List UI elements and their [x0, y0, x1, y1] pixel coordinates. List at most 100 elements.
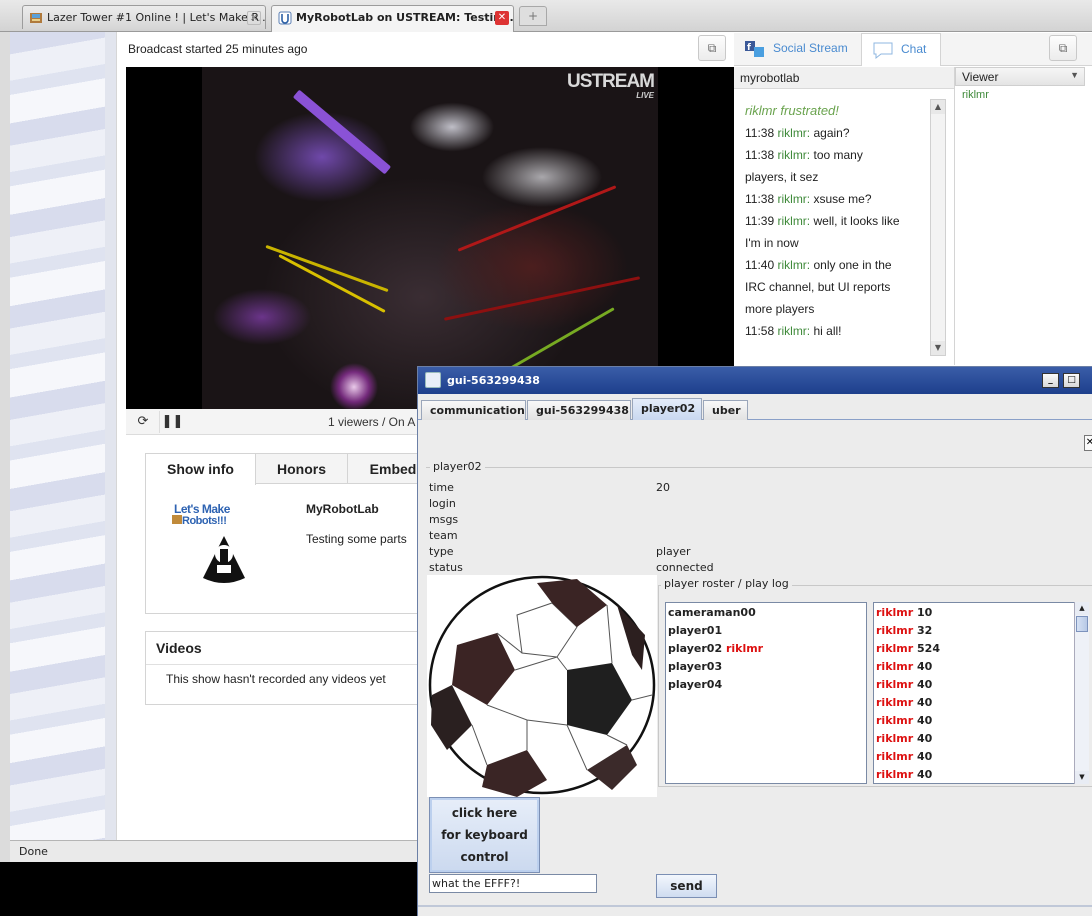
maximize-button[interactable]: □	[1063, 373, 1080, 388]
viewer-item[interactable]: riklmr	[962, 89, 989, 101]
chat-nick[interactable]: riklmr:	[777, 148, 810, 162]
playlog-user: riklmr	[876, 642, 914, 655]
reload-button[interactable]: ⟳	[130, 411, 156, 433]
tab-social-stream[interactable]: f Social Stream	[734, 33, 862, 66]
playlog-item[interactable]: riklmr 40	[874, 676, 1074, 694]
playlog-value: 40	[917, 750, 933, 763]
roster-item[interactable]: cameraman00	[666, 604, 866, 622]
wire	[457, 185, 617, 252]
roster-player: player02	[668, 642, 723, 655]
group-border	[426, 467, 1092, 468]
show-description: Testing some parts	[306, 532, 407, 546]
close-tab-button[interactable]: ✕	[1084, 435, 1092, 451]
roster-player: cameraman00	[668, 606, 756, 619]
swing-tabs: communication gui-563299438 player02 ube…	[418, 394, 1092, 420]
chat-nick[interactable]: riklmr:	[777, 258, 810, 272]
keyboard-control-button[interactable]: click here for keyboard control	[429, 797, 540, 873]
playlog-user: riklmr	[876, 678, 914, 691]
roster-item[interactable]: player03	[666, 658, 866, 676]
playlog-item[interactable]: riklmr 40	[874, 694, 1074, 712]
viewer-list-header[interactable]: Viewer ▼	[955, 67, 1085, 86]
chat-nick[interactable]: riklmr:	[777, 126, 810, 140]
chat-nick[interactable]: riklmr:	[777, 214, 810, 228]
scroll-up-arrow-icon[interactable]: ▲	[931, 100, 945, 114]
video-player[interactable]: USTREAM LIVE	[126, 67, 734, 409]
tab-label: Social Stream	[773, 41, 848, 55]
player-roster-list[interactable]: cameraman00 player01 player02 riklmr player…	[665, 602, 867, 784]
chat-message: 11:39 riklmr: well, it looks like	[734, 210, 930, 232]
chat-text: well, it looks like	[813, 214, 900, 228]
chat-text: players, it sez	[745, 170, 819, 184]
roster-user: riklmr	[725, 642, 764, 655]
minimize-button[interactable]: _	[1042, 373, 1059, 388]
roster-item[interactable]: player02 riklmr	[666, 640, 866, 658]
chat-log: riklmr frustrated! 11:38 riklmr: again? 1…	[734, 89, 930, 365]
reload-icon: ⟳	[137, 414, 149, 429]
tab-chat[interactable]: Chat	[861, 33, 941, 66]
field-value: player	[656, 545, 691, 558]
tab-show-info[interactable]: Show info	[146, 454, 256, 485]
chat-message: 11:58 riklmr: hi all!	[734, 320, 930, 342]
scroll-up-arrow-icon[interactable]: ▲	[1075, 602, 1089, 615]
scroll-down-arrow-icon[interactable]: ▼	[1075, 771, 1089, 784]
viewer-header-label: Viewer	[962, 70, 999, 84]
chat-lines: 11:38 riklmr: again? 11:38 riklmr: too ma…	[734, 122, 930, 342]
playlog-value: 40	[917, 732, 933, 745]
swing-window: gui-563299438 _ □ communication gui-5632…	[417, 366, 1092, 916]
player-group-label: player02	[430, 460, 485, 473]
browser-tab-title: MyRobotLab on USTREAM: Testin...	[296, 11, 514, 24]
scroll-thumb[interactable]	[1076, 616, 1088, 632]
roster-item[interactable]: player01	[666, 622, 866, 640]
chat-nick[interactable]: riklmr:	[777, 324, 810, 338]
myrobotlab-badge-icon	[203, 536, 245, 583]
send-button[interactable]: send	[656, 874, 717, 898]
tab-player02[interactable]: player02	[632, 398, 702, 420]
tab-gui[interactable]: gui-563299438	[527, 400, 631, 420]
chat-channel-name: myrobotlab	[734, 67, 954, 89]
close-icon[interactable]: ✕	[247, 11, 261, 25]
play-log-list[interactable]: riklmr 10 riklmr 32 riklmr 524 riklmr 40 rik…	[873, 602, 1075, 784]
chat-time: 11:38	[745, 192, 775, 206]
playlog-item[interactable]: riklmr 40	[874, 766, 1074, 783]
playlog-item[interactable]: riklmr 32	[874, 622, 1074, 640]
roster-item[interactable]: player04	[666, 676, 866, 694]
playlog-item[interactable]: riklmr 40	[874, 748, 1074, 766]
tab-uber[interactable]: uber	[703, 400, 748, 420]
field-value: 20	[656, 481, 670, 494]
playlog-item[interactable]: riklmr 40	[874, 712, 1074, 730]
playlog-item[interactable]: riklmr 40	[874, 658, 1074, 676]
lmr-logo-image: Let's Make Robots!!!	[172, 502, 231, 527]
playlog-user: riklmr	[876, 624, 914, 637]
tab-honors[interactable]: Honors	[256, 454, 348, 484]
tab-communication[interactable]: communication	[421, 400, 526, 420]
playlog-value: 10	[917, 606, 933, 619]
message-input[interactable]: what the EFFF?!	[429, 874, 597, 893]
swing-titlebar[interactable]: gui-563299438 _ □	[418, 367, 1092, 394]
chat-system-message: riklmr frustrated!	[745, 103, 839, 118]
popout-chat-button[interactable]: ⧉	[1049, 35, 1077, 61]
playlog-value: 40	[917, 768, 933, 781]
chat-text: IRC channel, but UI reports	[745, 280, 891, 294]
chat-nick[interactable]: riklmr:	[777, 192, 810, 206]
videos-empty-text: This show hasn't recorded any videos yet	[166, 672, 386, 686]
play-log-scrollbar[interactable]: ▲ ▼	[1074, 602, 1089, 784]
browser-status-bar: Done	[10, 840, 420, 862]
chat-message: I'm in now	[734, 232, 930, 254]
pause-button[interactable]: ❚❚	[159, 411, 185, 433]
roster-player: player01	[668, 624, 723, 637]
browser-tab-lazer-tower[interactable]: Lazer Tower #1 Online ! | Let's Make R..…	[22, 5, 266, 29]
playlog-item[interactable]: riklmr 524	[874, 640, 1074, 658]
popout-video-button[interactable]: ⧉	[698, 35, 726, 61]
close-icon[interactable]: ✕	[495, 11, 509, 25]
new-tab-button[interactable]: +	[519, 6, 547, 26]
chat-text: more players	[745, 302, 815, 316]
browser-tab-myrobotlab[interactable]: MyRobotLab on USTREAM: Testin... ✕	[271, 5, 514, 32]
scroll-down-arrow-icon[interactable]: ▼	[931, 341, 945, 355]
playlog-item[interactable]: riklmr 10	[874, 604, 1074, 622]
ustream-favicon-icon	[278, 11, 292, 25]
playlog-item[interactable]: riklmr 40	[874, 730, 1074, 748]
chat-message: 11:38 riklmr: too many	[734, 144, 930, 166]
chat-scrollbar[interactable]: ▲ ▼	[930, 99, 946, 356]
pause-icon: ❚❚	[161, 414, 184, 429]
playlog-value: 40	[917, 696, 933, 709]
